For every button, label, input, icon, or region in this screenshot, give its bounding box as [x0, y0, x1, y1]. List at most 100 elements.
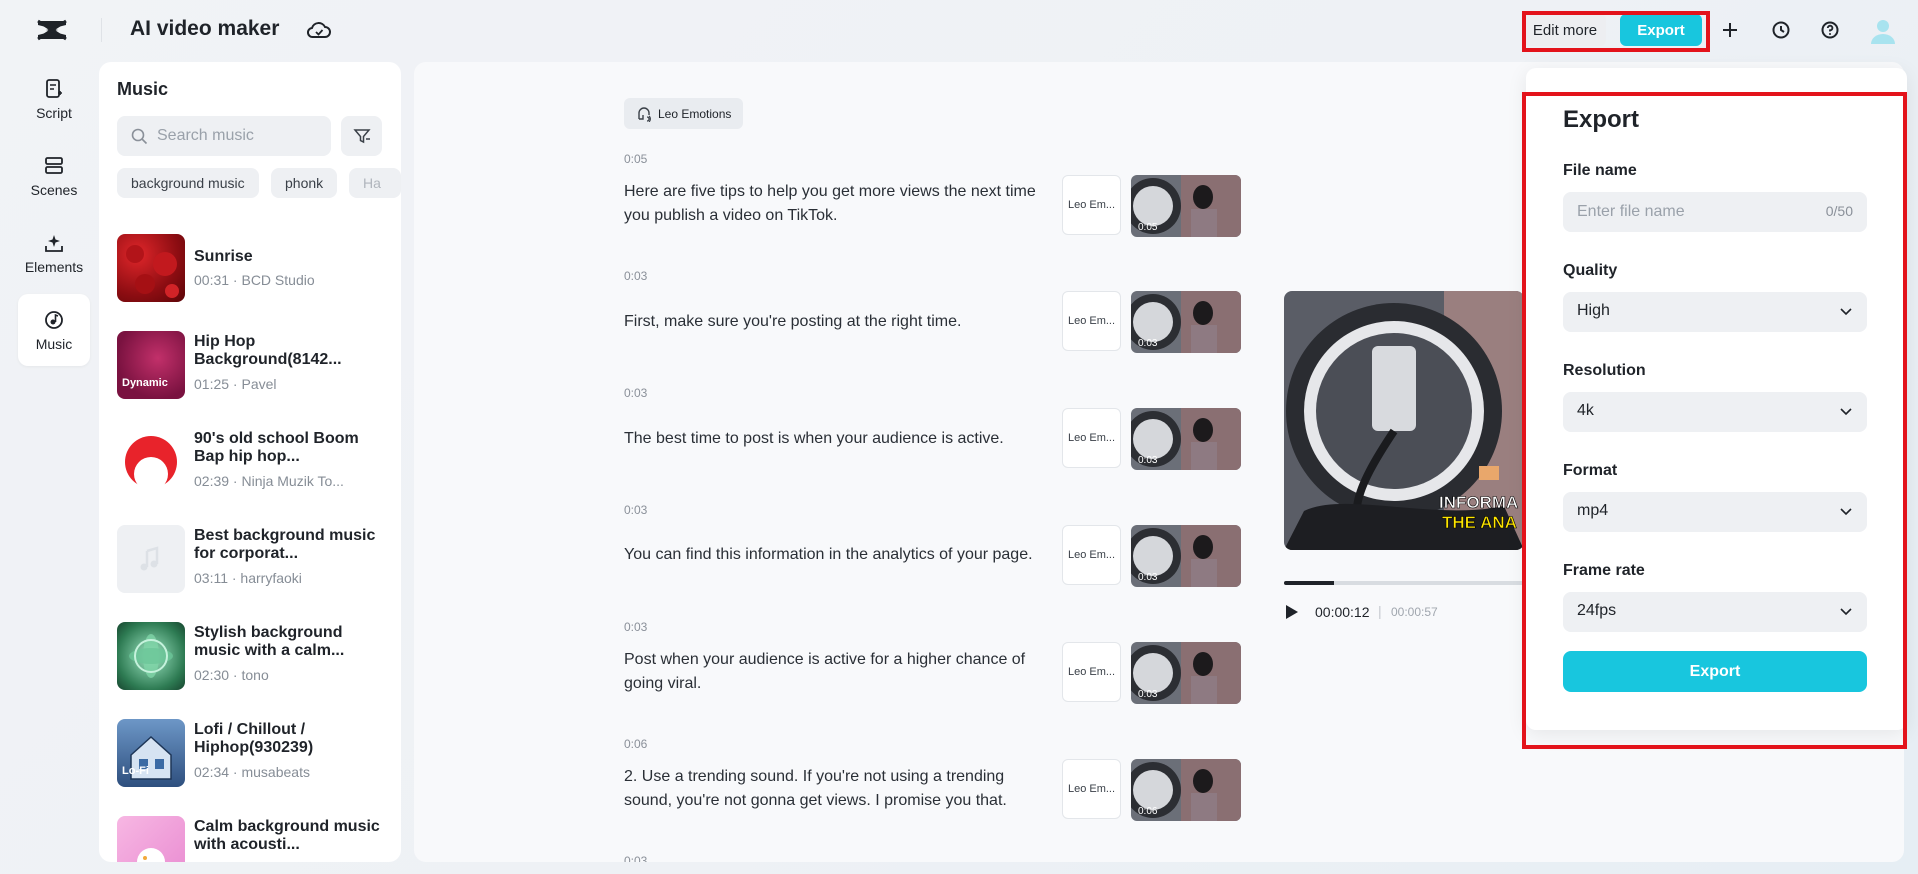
- chevron-down-icon: [1840, 608, 1852, 616]
- format-select[interactable]: mp4: [1563, 492, 1867, 532]
- rail-item-scenes[interactable]: Scenes: [18, 140, 90, 212]
- frame-rate-label: Frame rate: [1563, 562, 1645, 579]
- format-label: Format: [1563, 462, 1618, 479]
- rail-item-music[interactable]: Music: [18, 294, 90, 366]
- cloud-save-icon[interactable]: [306, 18, 332, 42]
- scene-clip-thumbnail[interactable]: 0:03: [1131, 291, 1241, 353]
- scene-voice-button[interactable]: Leo Em...: [1062, 291, 1121, 351]
- scene-voice-button[interactable]: Leo Em...: [1062, 642, 1121, 702]
- script-icon: [46, 78, 62, 98]
- file-name-label: File name: [1563, 162, 1637, 179]
- rail-item-script[interactable]: Script: [18, 63, 90, 135]
- track-meta: 00:31 · BCD Studio: [194, 272, 315, 288]
- scene-clip-thumbnail[interactable]: 0:06: [1131, 759, 1241, 821]
- music-note-icon: [140, 546, 159, 571]
- user-avatar-icon[interactable]: [1868, 15, 1898, 45]
- capcut-logo-icon[interactable]: [36, 17, 68, 43]
- app-title: AI video maker: [130, 17, 280, 40]
- track-meta: 02:30 · tono: [194, 667, 269, 683]
- playback-progress[interactable]: [1284, 581, 1524, 585]
- export-submit-button[interactable]: Export: [1563, 651, 1867, 692]
- filter-button[interactable]: [341, 116, 382, 156]
- video-preview[interactable]: INFORMA THE ANA: [1284, 291, 1524, 550]
- track-name: Lofi / Chillout / Hiphop(930239): [194, 721, 314, 756]
- header-divider: [101, 18, 102, 42]
- track-name: 90's old school Boom Bap hip hop...: [194, 430, 359, 465]
- track-item[interactable]: 90's old school Boom Bap hip hop... 02:3…: [117, 428, 387, 496]
- scene-voice-button[interactable]: Leo Em...: [1062, 408, 1121, 468]
- highlight-box-header: [1522, 11, 1710, 52]
- track-badge: Lo-Fi: [122, 765, 149, 777]
- scene-time: 0:05: [624, 152, 648, 166]
- frame-rate-select[interactable]: 24fps: [1563, 592, 1867, 632]
- music-panel-title: Music: [117, 79, 169, 99]
- track-cover: [117, 816, 185, 862]
- track-cover: [117, 622, 185, 690]
- rail-label-elements: Elements: [24, 258, 84, 275]
- history-icon[interactable]: [1769, 18, 1793, 42]
- resolution-select[interactable]: 4k: [1563, 392, 1867, 432]
- scene-time: 0:03: [624, 620, 648, 634]
- music-icon: [45, 310, 63, 329]
- time-separator: |: [1378, 603, 1382, 619]
- track-name: Best background music for corporat...: [194, 527, 376, 562]
- resolution-value: 4k: [1577, 402, 1594, 419]
- caption-line-2: THE ANA: [1442, 513, 1517, 532]
- rail-item-elements[interactable]: Elements: [18, 217, 90, 289]
- scene-time: 0:03: [624, 854, 648, 862]
- current-time: 00:00:12: [1315, 604, 1370, 620]
- scene-text[interactable]: You can find this information in the ana…: [624, 543, 1054, 567]
- scene-clip-thumbnail[interactable]: 0:03: [1131, 525, 1241, 587]
- clip-duration: 0:03: [1138, 455, 1158, 466]
- track-name: Sunrise: [194, 248, 253, 265]
- track-item[interactable]: Stylish background music with a calm... …: [117, 622, 387, 690]
- scene-text[interactable]: First, make sure you're posting at the r…: [624, 310, 1054, 334]
- music-search-input[interactable]: [157, 116, 327, 156]
- scene-voice-button[interactable]: Leo Em...: [1062, 525, 1121, 585]
- track-meta: 01:25 · Pavel: [194, 376, 277, 392]
- help-icon[interactable]: [1818, 18, 1842, 42]
- chevron-down-icon: [1840, 508, 1852, 516]
- top-bar: AI video maker Edit more Export: [0, 0, 1918, 60]
- track-cover: [117, 234, 185, 302]
- track-item[interactable]: Best background music for corporat... 03…: [117, 525, 387, 593]
- frame-rate-value: 24fps: [1577, 602, 1617, 619]
- scene-text[interactable]: Here are five tips to help you get more …: [624, 180, 1054, 228]
- music-search-box[interactable]: [117, 116, 331, 156]
- scene-clip-thumbnail[interactable]: 0:03: [1131, 408, 1241, 470]
- scene-voice-button[interactable]: Leo Em...: [1062, 175, 1121, 235]
- scene-clip-thumbnail[interactable]: 0:05: [1131, 175, 1241, 237]
- scene-clip-thumbnail[interactable]: 0:03: [1131, 642, 1241, 704]
- rail-label-scenes: Scenes: [30, 181, 78, 198]
- track-item[interactable]: Dynamic Hip Hop Background(8142... 01:25…: [117, 331, 387, 399]
- track-name: Calm background music with acousti...: [194, 818, 380, 853]
- scene-text[interactable]: The best time to post is when your audie…: [624, 427, 1054, 451]
- track-cover: [117, 428, 185, 496]
- quality-select[interactable]: High: [1563, 292, 1867, 332]
- scene-text[interactable]: 2. Use a trending sound. If you're not u…: [624, 765, 1054, 813]
- voice-icon: [638, 107, 651, 122]
- chip-ha[interactable]: Ha: [349, 168, 401, 198]
- track-item[interactable]: Calm background music with acousti...: [117, 816, 387, 862]
- track-item[interactable]: Sunrise 00:31 · BCD Studio: [117, 234, 387, 302]
- scene-text[interactable]: Post when your audience is active for a …: [624, 648, 1054, 696]
- track-name: Hip Hop Background(8142...: [194, 333, 342, 368]
- file-name-field[interactable]: 0/50: [1563, 192, 1867, 232]
- scene-voice-button[interactable]: Leo Em...: [1062, 759, 1121, 819]
- file-name-input[interactable]: [1577, 192, 1807, 232]
- voice-tag[interactable]: Leo Emotions: [624, 98, 744, 129]
- chip-phonk[interactable]: phonk: [271, 168, 338, 198]
- clip-duration: 0:03: [1138, 689, 1158, 700]
- plus-icon[interactable]: [1718, 18, 1742, 42]
- quality-label: Quality: [1563, 262, 1618, 279]
- clip-duration: 0:03: [1138, 338, 1158, 349]
- resolution-label: Resolution: [1563, 362, 1646, 379]
- track-badge: Dynamic: [122, 377, 168, 389]
- track-item[interactable]: Lo-Fi Lofi / Chillout / Hiphop(930239) 0…: [117, 719, 387, 787]
- track-cover: Lo-Fi: [117, 719, 185, 787]
- chip-background-music[interactable]: background music: [117, 168, 259, 198]
- voice-tag-label: Leo Emotions: [658, 106, 732, 121]
- play-icon[interactable]: [1284, 603, 1300, 621]
- file-name-counter: 0/50: [1825, 203, 1853, 219]
- track-cover: [117, 525, 185, 593]
